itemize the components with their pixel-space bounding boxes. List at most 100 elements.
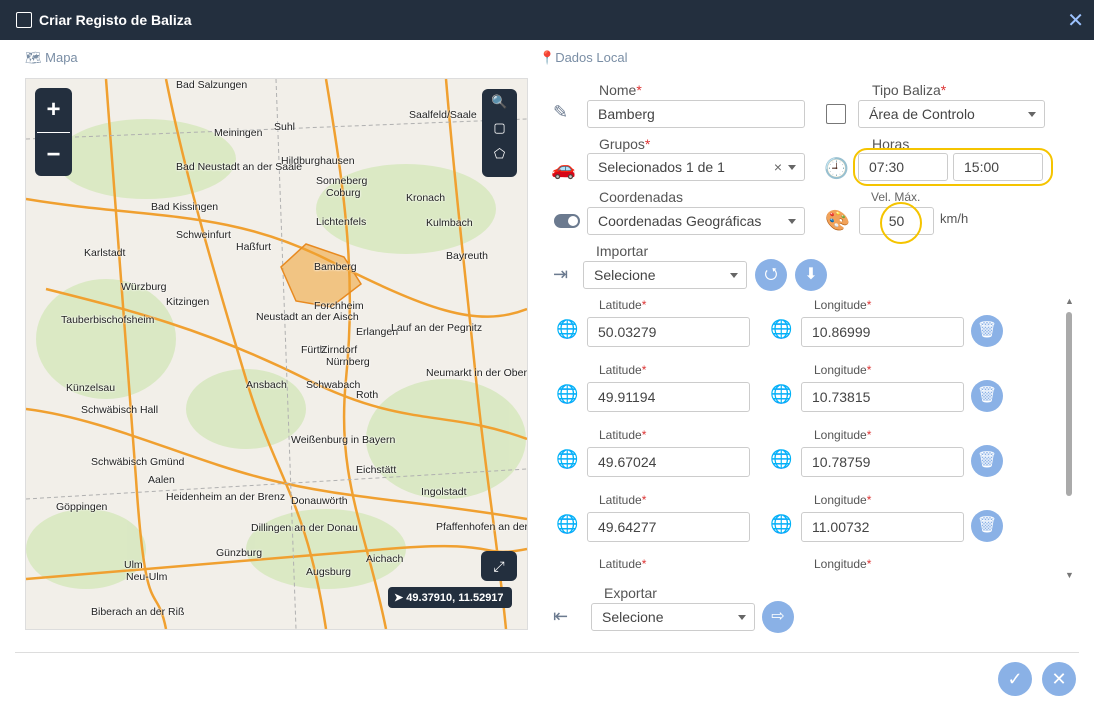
map-place-label: Schweinfurt [176, 229, 231, 241]
latitude-input[interactable]: 49.91194 [587, 382, 750, 412]
delete-trash-icon[interactable]: 🗑 [971, 445, 1003, 477]
grupos-label-text: Grupos [599, 136, 645, 152]
tipo-checkbox[interactable] [826, 104, 846, 124]
map-place-label: Pfaffenhofen an der Ilm [436, 521, 528, 533]
location-pin-icon: 📍 [539, 50, 556, 65]
close-icon[interactable]: ✕ [1067, 8, 1084, 33]
scroll-down-icon[interactable]: ▼ [1065, 570, 1074, 580]
latitude-label-text: Latitude [599, 363, 642, 377]
required-mark: * [641, 298, 647, 312]
coordinates-readout: ➤ 49.37910, 11.52917 [388, 587, 512, 608]
map-canvas[interactable]: Bad Salzungen Suhl Saalfeld/Saale Meiningen… [25, 78, 528, 630]
latitude-label: Latitude* [599, 428, 646, 442]
scroll-thumb[interactable] [1066, 312, 1072, 496]
map-place-label: Suhl [274, 121, 296, 133]
longitude-label: Longitude* [814, 428, 871, 442]
map-place-label: Heidenheim an der Brenz [166, 491, 286, 503]
map-place-label: Lichtenfels [316, 216, 367, 228]
latitude-label: Latitude* [599, 493, 646, 507]
delete-trash-icon[interactable]: 🗑 [971, 510, 1003, 542]
horas-highlight [853, 148, 1053, 186]
fullscreen-icon[interactable]: ⤢ [481, 551, 517, 581]
latitude-label-text: Latitude [599, 557, 642, 571]
globe-icon: 🌐 [770, 514, 793, 534]
latitude-input[interactable]: 50.03279 [587, 317, 750, 347]
map-place-label: Kitzingen [166, 296, 210, 308]
grupos-select[interactable]: Selecionados 1 de 1 × [587, 153, 805, 181]
required-mark: * [641, 493, 647, 507]
map-place-label: Zirndorf [321, 344, 358, 356]
nome-label-text: Nome [599, 82, 637, 98]
longitude-input[interactable]: 11.00732 [801, 512, 964, 542]
points-scrollbar[interactable]: ▲ ▼ [1064, 296, 1074, 580]
zoom-in-button[interactable]: + [35, 88, 72, 132]
search-icon[interactable]: 🔍 [482, 89, 517, 115]
coord-toggle[interactable] [554, 214, 580, 228]
map-place-label: Haßfurt [236, 241, 272, 253]
local-section-header: 📍Dados Local [539, 50, 627, 66]
clock-icon: 🕘 [824, 158, 849, 180]
nome-label: Nome* [599, 82, 642, 98]
map-place-label: Würzburg [121, 281, 167, 293]
importar-select[interactable]: Selecione [583, 261, 747, 289]
toggle-knob [568, 216, 578, 226]
map-place-label: Dillingen an der Donau [251, 522, 358, 534]
latitude-input[interactable]: 49.64277 [587, 512, 750, 542]
required-mark: * [866, 557, 872, 571]
latitude-input[interactable]: 49.67024 [587, 447, 750, 477]
vehicles-icon: 🚗 [551, 158, 576, 180]
tipo-label-text: Tipo Baliza [872, 82, 941, 98]
longitude-input[interactable]: 10.86999 [801, 317, 964, 347]
required-mark: * [641, 428, 647, 442]
map-place-label: Bad Kissingen [151, 201, 219, 213]
longitude-label-text: Longitude [814, 493, 867, 507]
zoom-control: + − [35, 88, 72, 176]
map-place-label: Karlstadt [84, 247, 126, 259]
map-place-label: Saalfeld/Saale [409, 109, 477, 121]
cancel-button[interactable]: ✕ [1042, 662, 1076, 696]
longitude-label: Longitude* [814, 493, 871, 507]
confirm-button[interactable]: ✓ [998, 662, 1032, 696]
title-checkbox-icon[interactable] [16, 12, 32, 28]
map-place-label: Bad Salzungen [176, 79, 248, 91]
local-section-label: Dados Local [555, 50, 628, 65]
map-place-label: Aalen [148, 474, 175, 486]
exportar-select[interactable]: Selecione [591, 603, 755, 631]
export-button[interactable]: ⇨ [762, 601, 794, 633]
globe-icon: 🌐 [770, 384, 793, 404]
map-place-label: Kulmbach [426, 217, 473, 229]
longitude-input[interactable]: 10.78759 [801, 447, 964, 477]
map-tools: 🔍 ▢ ⬠ [482, 89, 517, 177]
map-place-label: Ulm [124, 559, 143, 571]
coordenadas-select[interactable]: Coordenadas Geográficas [587, 207, 805, 235]
required-mark: * [940, 82, 947, 98]
nome-input[interactable]: Bamberg [587, 100, 805, 128]
scroll-up-icon[interactable]: ▲ [1065, 296, 1074, 306]
polygon-draw-icon[interactable]: ⬠ [482, 141, 517, 167]
dialog-title: Criar Registo de Baliza [39, 12, 192, 28]
zoom-out-button[interactable]: − [35, 133, 72, 177]
coordinates-text: 49.37910, 11.52917 [406, 592, 504, 604]
latitude-label-text: Latitude [599, 298, 642, 312]
import-upload-button[interactable]: ⭯ [755, 259, 787, 291]
rectangle-draw-icon[interactable]: ▢ [482, 115, 517, 141]
map-place-label: Bad Neustadt an der Saale [176, 161, 303, 173]
grupos-value: Selecionados 1 de 1 [598, 159, 725, 175]
map-icon: 🗺 [25, 50, 42, 65]
globe-icon: 🌐 [770, 449, 793, 469]
delete-trash-icon[interactable]: 🗑 [971, 380, 1003, 412]
latitude-label: Latitude* [599, 557, 646, 571]
longitude-input[interactable]: 10.73815 [801, 382, 964, 412]
import-download-button[interactable]: ⬇ [795, 259, 827, 291]
tipo-baliza-select[interactable]: Área de Controlo [858, 100, 1045, 128]
required-mark: * [866, 363, 872, 377]
delete-trash-icon[interactable]: 🗑 [971, 315, 1003, 347]
map-place-label: Neumarkt in der Oberpfalz [426, 367, 527, 379]
map-place-label: Lauf an der Pegnitz [391, 322, 483, 334]
map-place-label: Weißenburg in Bayern [291, 434, 396, 446]
grupos-clear-icon[interactable]: × [774, 154, 782, 180]
import-file-icon: ⇥ [553, 264, 569, 284]
map-place-label: Günzburg [216, 547, 263, 559]
globe-icon: 🌐 [556, 514, 579, 534]
map-place-label: Donauwörth [291, 495, 348, 507]
